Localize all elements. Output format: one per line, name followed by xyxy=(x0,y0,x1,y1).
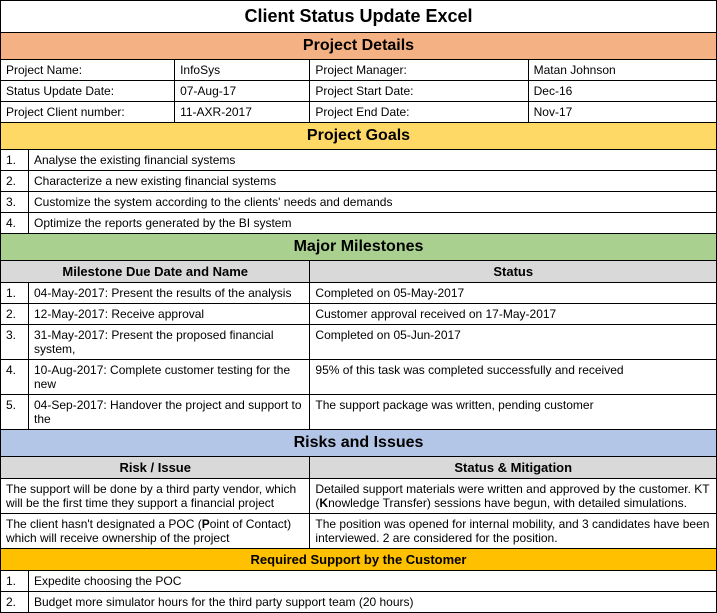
support-text: Budget more simulator hours for the thir… xyxy=(29,592,717,613)
required-support-header: Required Support by the Customer xyxy=(1,549,717,571)
milestone-name: 04-May-2017: Present the results of the … xyxy=(29,283,310,304)
list-item: 3. Customize the system according to the… xyxy=(1,192,717,213)
table-row: 2. 12-May-2017: Receive approval Custome… xyxy=(1,304,717,325)
label-client-number: Project Client number: xyxy=(1,102,175,123)
milestone-number: 5. xyxy=(1,395,29,430)
milestone-number: 3. xyxy=(1,325,29,360)
table-row: The support will be done by a third part… xyxy=(1,479,717,514)
list-item: 4. Optimize the reports generated by the… xyxy=(1,213,717,234)
value-project-manager: Matan Johnson xyxy=(528,60,716,81)
document-title: Client Status Update Excel xyxy=(1,1,717,33)
status-update-table: Client Status Update Excel Project Detai… xyxy=(0,0,717,613)
project-goals-header: Project Goals xyxy=(1,123,717,150)
label-end-date: Project End Date: xyxy=(310,102,528,123)
milestone-name: 12-May-2017: Receive approval xyxy=(29,304,310,325)
milestone-status: Customer approval received on 17-May-201… xyxy=(310,304,717,325)
support-number: 1. xyxy=(1,571,29,592)
label-project-manager: Project Manager: xyxy=(310,60,528,81)
risks-header: Risks and Issues xyxy=(1,430,717,457)
list-item: 1. Expedite choosing the POC xyxy=(1,571,717,592)
risk-col1-header: Risk / Issue xyxy=(1,457,310,479)
label-status-date: Status Update Date: xyxy=(1,81,175,102)
goal-text: Characterize a new existing financial sy… xyxy=(29,171,717,192)
table-row: Milestone Due Date and Name Status xyxy=(1,261,717,283)
project-details-header: Project Details xyxy=(1,33,717,60)
risk-description: The support will be done by a third part… xyxy=(1,479,310,514)
risk-mitigation: Detailed support materials were written … xyxy=(310,479,717,514)
goal-number: 4. xyxy=(1,213,29,234)
milestone-name: 10-Aug-2017: Complete customer testing f… xyxy=(29,360,310,395)
value-status-date: 07-Aug-17 xyxy=(175,81,310,102)
milestone-status: The support package was written, pending… xyxy=(310,395,717,430)
risk-col2-header: Status & Mitigation xyxy=(310,457,717,479)
value-client-number: 11-AXR-2017 xyxy=(175,102,310,123)
goal-number: 2. xyxy=(1,171,29,192)
table-row: Risk / Issue Status & Mitigation xyxy=(1,457,717,479)
list-item: 2. Budget more simulator hours for the t… xyxy=(1,592,717,613)
table-row: Status Update Date: 07-Aug-17 Project St… xyxy=(1,81,717,102)
goal-text: Analyse the existing financial systems xyxy=(29,150,717,171)
risk-mitigation: The position was opened for internal mob… xyxy=(310,514,717,549)
milestone-status: 95% of this task was completed successfu… xyxy=(310,360,717,395)
table-row: 1. 04-May-2017: Present the results of t… xyxy=(1,283,717,304)
milestone-name: 31-May-2017: Present the proposed financ… xyxy=(29,325,310,360)
milestone-number: 4. xyxy=(1,360,29,395)
label-project-name: Project Name: xyxy=(1,60,175,81)
table-row: 5. 04-Sep-2017: Handover the project and… xyxy=(1,395,717,430)
milestone-name: 04-Sep-2017: Handover the project and su… xyxy=(29,395,310,430)
support-number: 2. xyxy=(1,592,29,613)
support-text: Expedite choosing the POC xyxy=(29,571,717,592)
value-end-date: Nov-17 xyxy=(528,102,716,123)
milestone-col2-header: Status xyxy=(310,261,717,283)
table-row: 3. 31-May-2017: Present the proposed fin… xyxy=(1,325,717,360)
milestone-status: Completed on 05-May-2017 xyxy=(310,283,717,304)
table-row: The client hasn't designated a POC (Poin… xyxy=(1,514,717,549)
list-item: 2. Characterize a new existing financial… xyxy=(1,171,717,192)
milestone-number: 2. xyxy=(1,304,29,325)
goal-number: 3. xyxy=(1,192,29,213)
goal-text: Customize the system according to the cl… xyxy=(29,192,717,213)
table-row: Project Name: InfoSys Project Manager: M… xyxy=(1,60,717,81)
table-row: 4. 10-Aug-2017: Complete customer testin… xyxy=(1,360,717,395)
risk-description: The client hasn't designated a POC (Poin… xyxy=(1,514,310,549)
label-start-date: Project Start Date: xyxy=(310,81,528,102)
value-project-name: InfoSys xyxy=(175,60,310,81)
milestone-number: 1. xyxy=(1,283,29,304)
list-item: 1. Analyse the existing financial system… xyxy=(1,150,717,171)
milestone-status: Completed on 05-Jun-2017 xyxy=(310,325,717,360)
goal-text: Optimize the reports generated by the BI… xyxy=(29,213,717,234)
milestones-header: Major Milestones xyxy=(1,234,717,261)
table-row: Project Client number: 11-AXR-2017 Proje… xyxy=(1,102,717,123)
milestone-col1-header: Milestone Due Date and Name xyxy=(1,261,310,283)
goal-number: 1. xyxy=(1,150,29,171)
value-start-date: Dec-16 xyxy=(528,81,716,102)
